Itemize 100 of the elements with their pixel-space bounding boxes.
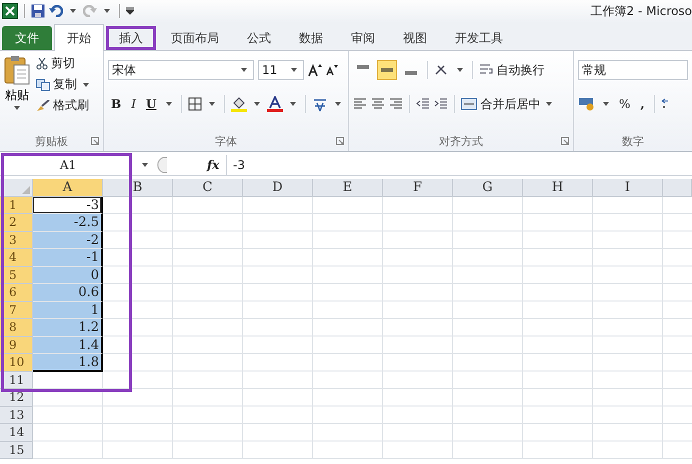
- copy-button[interactable]: 复制: [36, 76, 92, 93]
- column-header[interactable]: I: [593, 179, 663, 196]
- save-icon[interactable]: [31, 4, 45, 18]
- font-size-field[interactable]: 11: [258, 60, 304, 80]
- fill-bucket-icon[interactable]: [231, 96, 248, 112]
- paste-button[interactable]: 粘贴: [4, 55, 30, 131]
- scissors-icon: [36, 58, 48, 70]
- undo-icon[interactable]: [49, 5, 63, 17]
- row-header[interactable]: 8: [0, 319, 33, 336]
- table-cell: -2: [33, 232, 103, 249]
- format-painter-button[interactable]: 格式刷: [36, 97, 92, 114]
- column-header[interactable]: E: [313, 179, 383, 196]
- row-header[interactable]: 13: [0, 406, 33, 424]
- decimal-icon[interactable]: [660, 98, 671, 110]
- increase-indent-icon[interactable]: [434, 98, 448, 110]
- wrap-text-button[interactable]: 自动换行: [479, 62, 544, 78]
- group-label: 对齐方式: [439, 134, 484, 148]
- ribbon-tab[interactable]: 公式: [234, 26, 284, 50]
- caret-icon[interactable]: [290, 102, 296, 106]
- customize-toolbar-icon[interactable]: [126, 7, 134, 15]
- ribbon-tab[interactable]: 页面布局: [158, 26, 232, 50]
- currency-icon[interactable]: [578, 97, 596, 111]
- name-box[interactable]: A1: [0, 158, 136, 172]
- insert-function-button[interactable]: fx: [207, 158, 223, 172]
- percent-button[interactable]: %: [616, 97, 634, 111]
- number-format-field[interactable]: 常规: [578, 60, 688, 80]
- column-header[interactable]: D: [243, 179, 313, 196]
- caret-icon[interactable]: [104, 9, 110, 13]
- ribbon-tab[interactable]: 开发工具: [442, 26, 516, 50]
- table-cell: 0.6: [33, 284, 103, 302]
- italic-button[interactable]: I: [128, 97, 139, 111]
- horizontal-align-icon[interactable]: [389, 98, 404, 110]
- row-header[interactable]: 10: [0, 354, 33, 372]
- shrink-font-icon[interactable]: [326, 64, 338, 76]
- column-header[interactable]: A: [33, 179, 103, 196]
- row-header[interactable]: 6: [0, 284, 33, 302]
- ribbon-tab[interactable]: 数据: [286, 26, 336, 50]
- caret-icon[interactable]: [335, 102, 342, 106]
- row-header[interactable]: 14: [0, 424, 33, 442]
- group-label: 字体: [215, 134, 238, 148]
- copy-icon: [36, 78, 50, 90]
- column-header[interactable]: C: [173, 179, 243, 196]
- spreadsheet-app-icon[interactable]: [2, 3, 18, 19]
- underline-button[interactable]: U: [142, 97, 160, 111]
- decrease-indent-icon[interactable]: [416, 98, 430, 110]
- ribbon-tab[interactable]: 审阅: [338, 26, 388, 50]
- column-header[interactable]: G: [453, 179, 523, 196]
- caret-icon[interactable]: [14, 106, 20, 110]
- table-cell: -1: [33, 249, 103, 266]
- dialog-launcher-icon[interactable]: [561, 137, 569, 145]
- table-cell: 0: [33, 266, 103, 284]
- merge-cells-icon: [461, 98, 478, 110]
- caret-icon[interactable]: [603, 102, 609, 106]
- table-cell: 1.2: [33, 319, 103, 336]
- caret-icon[interactable]: [254, 102, 260, 106]
- clipboard-icon: [4, 55, 30, 85]
- group-label: 剪贴板: [35, 134, 68, 148]
- wrap-text-icon: [479, 64, 494, 76]
- caret-icon[interactable]: [142, 163, 148, 167]
- vertical-align-icon[interactable]: [377, 60, 398, 80]
- caret-icon[interactable]: [166, 102, 172, 106]
- row-header[interactable]: 4: [0, 249, 33, 266]
- grow-font-icon[interactable]: [308, 63, 322, 77]
- group-label: 数字: [622, 134, 644, 148]
- column-header[interactable]: H: [523, 179, 593, 196]
- table-cell: -2.5: [33, 214, 103, 232]
- caret-icon[interactable]: [83, 82, 89, 86]
- file-tab[interactable]: 文件: [2, 26, 52, 50]
- ribbon-tab[interactable]: 视图: [390, 26, 440, 50]
- dialog-launcher-icon[interactable]: [91, 137, 100, 145]
- caret-icon[interactable]: [70, 9, 76, 13]
- caret-icon[interactable]: [457, 68, 464, 72]
- row-header[interactable]: 2: [0, 214, 33, 232]
- caret-icon[interactable]: [209, 102, 216, 106]
- merge-center-button[interactable]: 合并后居中: [461, 96, 556, 112]
- table-cell: 1.8: [33, 354, 103, 372]
- font-color-icon[interactable]: [267, 96, 284, 112]
- caret-icon[interactable]: [546, 102, 552, 106]
- brush-icon: [36, 100, 50, 112]
- horizontal-align-icon[interactable]: [371, 98, 386, 110]
- column-header[interactable]: B: [103, 179, 173, 196]
- formula-field[interactable]: -3: [226, 155, 692, 175]
- column-header[interactable]: F: [383, 179, 453, 196]
- row-header[interactable]: 15: [0, 442, 33, 459]
- dialog-launcher-icon[interactable]: [336, 137, 344, 145]
- table-cell: -3: [33, 196, 103, 214]
- table-cell: 1.4: [33, 336, 103, 354]
- table-cell: 1: [33, 302, 103, 319]
- horizontal-align-icon[interactable]: [353, 98, 368, 110]
- font-name-field[interactable]: 宋体: [108, 60, 254, 80]
- cut-button[interactable]: 剪切: [36, 55, 92, 72]
- window-title: 工作簿2 - Microso: [590, 2, 692, 20]
- comma-style-button[interactable]: ,: [637, 97, 648, 111]
- bold-button[interactable]: B: [108, 97, 124, 111]
- borders-icon[interactable]: [188, 97, 202, 111]
- ribbon-tab[interactable]: 开始: [54, 24, 104, 51]
- ribbon-tab[interactable]: 插入: [106, 26, 156, 50]
- caret-icon[interactable]: [291, 68, 298, 72]
- caret-icon[interactable]: [241, 68, 248, 72]
- select-all-button[interactable]: [0, 179, 33, 196]
